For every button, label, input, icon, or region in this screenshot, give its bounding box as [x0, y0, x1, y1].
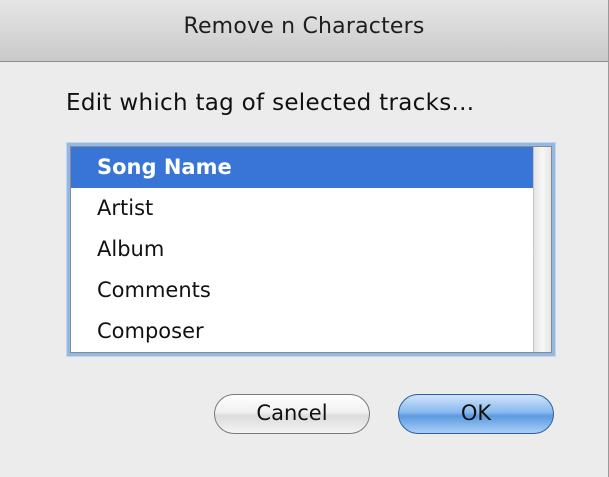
list-item-comments[interactable]: Comments	[71, 270, 533, 311]
prompt-label: Edit which tag of selected tracks...	[66, 90, 475, 116]
tag-listbox[interactable]: Song Name Artist Album Comments Composer	[70, 146, 552, 353]
list-item-album[interactable]: Album	[71, 229, 533, 270]
vertical-scrollbar[interactable]	[533, 147, 551, 352]
list-item-composer[interactable]: Composer	[71, 311, 533, 352]
ok-button[interactable]: OK	[398, 394, 554, 434]
cancel-button[interactable]: Cancel	[214, 394, 370, 434]
title-bar[interactable]: Remove n Characters	[0, 0, 608, 62]
list-item-song-name[interactable]: Song Name	[71, 147, 533, 188]
dialog-window: Remove n Characters Edit which tag of se…	[0, 0, 609, 477]
window-title: Remove n Characters	[183, 14, 425, 39]
list-items: Song Name Artist Album Comments Composer	[71, 147, 533, 352]
list-item-artist[interactable]: Artist	[71, 188, 533, 229]
